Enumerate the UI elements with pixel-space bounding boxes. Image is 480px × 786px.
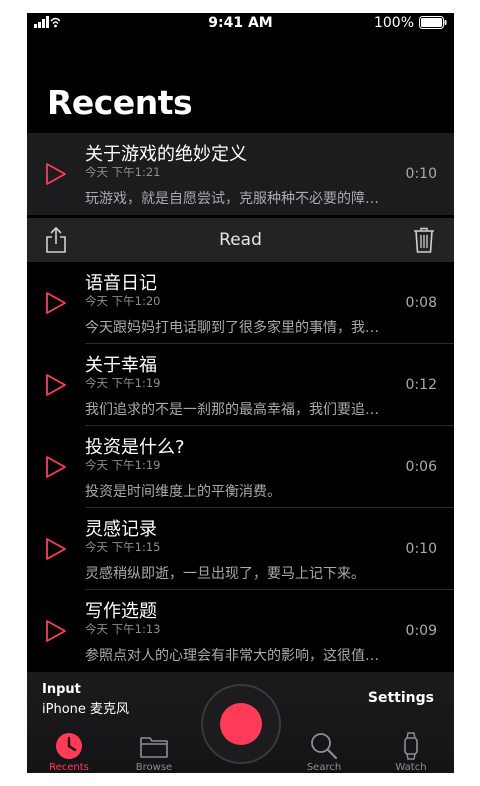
recording-snippet: 投资是时间维度上的平衡消费。 — [85, 484, 281, 500]
recording-title: 写作选题 — [85, 601, 157, 622]
recording-duration: 0:09 — [405, 623, 437, 639]
recording-snippet: 我们追求的不是一刹那的最高幸福，我们要追… — [85, 402, 379, 418]
recording-title: 语音日记 — [85, 273, 157, 294]
input-source-selector[interactable]: iPhone 麦克风 — [42, 698, 129, 717]
recording-duration: 0:06 — [405, 459, 437, 475]
recording-date: 今天 下午1:19 — [85, 376, 161, 390]
recording-duration: 0:10 — [405, 166, 437, 182]
page-title: Recents — [47, 83, 193, 122]
battery-percent: 100% — [373, 15, 414, 31]
recording-title: 灵感记录 — [85, 519, 157, 540]
recording-snippet: 参照点对人的心理会有非常大的影响，这很值… — [85, 648, 379, 664]
recording-duration: 0:10 — [405, 541, 437, 557]
recording-title: 投资是什么? — [85, 437, 185, 458]
search-icon — [311, 733, 338, 760]
settings-button[interactable]: Settings — [368, 690, 434, 706]
input-label: Input — [42, 682, 81, 697]
watch-icon — [404, 732, 418, 760]
tab-recents[interactable]: Recents — [34, 732, 104, 773]
recording-row[interactable]: 投资是什么? 今天 下午1:19 投资是时间维度上的平衡消费。 0:06 — [27, 426, 454, 508]
recording-duration: 0:08 — [405, 295, 437, 311]
play-icon[interactable] — [45, 537, 67, 561]
read-button[interactable]: Read — [27, 230, 454, 250]
battery-icon — [419, 16, 447, 29]
action-row: Read — [27, 218, 454, 262]
tab-label: Search — [306, 762, 342, 773]
tab-label: Watch — [395, 762, 427, 773]
recording-row[interactable]: 关于幸福 今天 下午1:19 我们追求的不是一刹那的最高幸福，我们要追… 0:1… — [27, 344, 454, 426]
recording-row[interactable]: 写作选题 今天 下午1:13 参照点对人的心理会有非常大的影响，这很值… 0:0… — [27, 590, 454, 672]
recording-date: 今天 下午1:19 — [85, 458, 161, 472]
recording-duration: 0:12 — [405, 377, 437, 393]
play-icon[interactable] — [45, 455, 67, 479]
status-bar: 9:41 AM 100% — [27, 13, 454, 35]
play-icon[interactable] — [45, 291, 67, 315]
clock-icon — [56, 733, 82, 759]
phone-screen: 9:41 AM 100% Recents 关于游戏的绝妙定义 今天 下午1:21… — [27, 13, 454, 773]
tab-watch[interactable]: Watch — [376, 732, 446, 773]
recording-date: 今天 下午1:15 — [85, 540, 161, 554]
recording-date: 今天 下午1:13 — [85, 622, 161, 636]
record-button[interactable] — [201, 684, 281, 764]
tab-label: Recents — [49, 762, 89, 773]
recording-snippet: 玩游戏，就是自愿尝试，克服种种不必要的障… — [85, 191, 379, 207]
play-icon[interactable] — [45, 619, 67, 643]
recording-snippet: 灵感稍纵即逝，一旦出现了，要马上记下来。 — [85, 566, 365, 582]
tab-browse[interactable]: Browse — [119, 732, 189, 773]
record-dot — [220, 703, 262, 745]
play-icon[interactable] — [45, 373, 67, 397]
recording-snippet: 今天跟妈妈打电话聊到了很多家里的事情，我… — [85, 320, 379, 336]
folder-icon — [140, 737, 168, 758]
recording-date: 今天 下午1:21 — [85, 165, 161, 179]
recording-title: 关于幸福 — [85, 355, 157, 376]
trash-icon[interactable] — [413, 227, 435, 253]
play-icon[interactable] — [45, 162, 67, 186]
recording-row[interactable]: 关于游戏的绝妙定义 今天 下午1:21 玩游戏，就是自愿尝试，克服种种不必要的障… — [27, 133, 454, 215]
recording-date: 今天 下午1:20 — [85, 294, 161, 308]
tab-label: Browse — [135, 762, 173, 773]
tab-search[interactable]: Search — [289, 732, 359, 773]
recording-row[interactable]: 灵感记录 今天 下午1:15 灵感稍纵即逝，一旦出现了，要马上记下来。 0:10 — [27, 508, 454, 590]
recording-title: 关于游戏的绝妙定义 — [85, 144, 247, 165]
recording-row[interactable]: 语音日记 今天 下午1:20 今天跟妈妈打电话聊到了很多家里的事情，我… 0:0… — [27, 262, 454, 344]
